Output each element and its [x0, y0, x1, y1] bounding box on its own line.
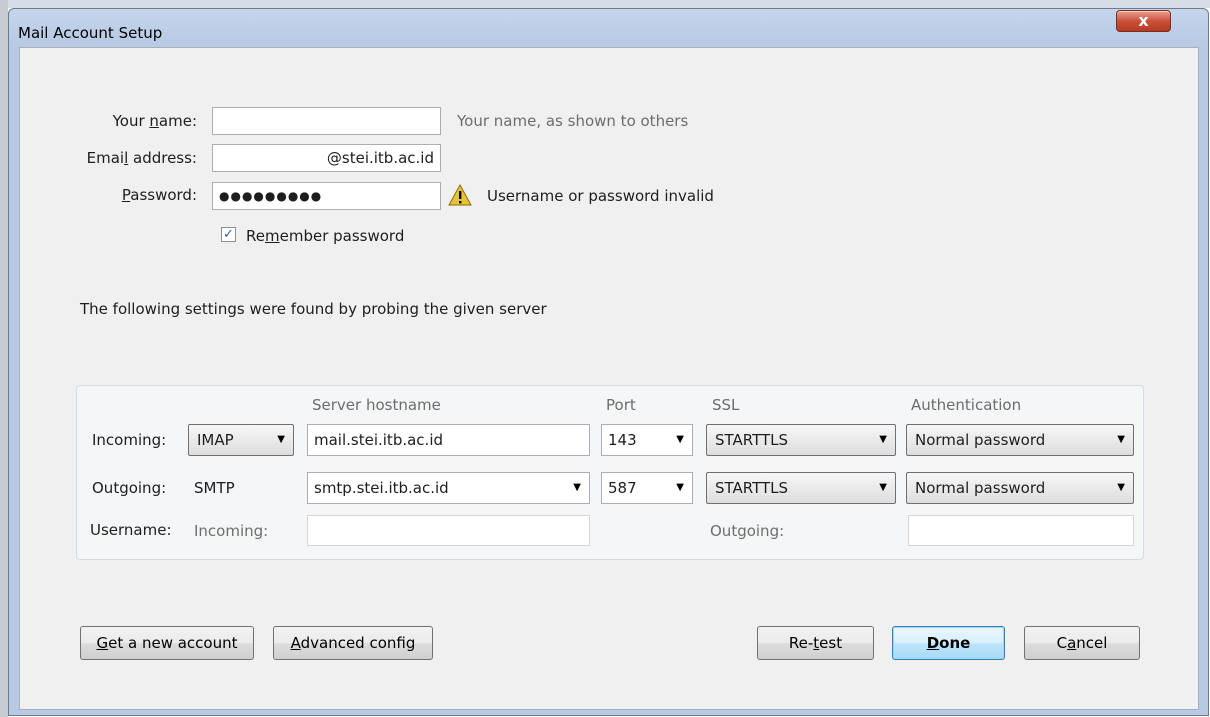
column-header-hostname: Server hostname	[312, 396, 441, 414]
incoming-hostname-input[interactable]: mail.stei.itb.ac.id	[307, 424, 590, 456]
email-address-input[interactable]: @stei.itb.ac.id	[212, 144, 441, 172]
cancel-button[interactable]: Cancel	[1024, 626, 1140, 660]
remember-password-checkbox[interactable]: ✓	[221, 227, 236, 242]
username-label: Username:	[90, 521, 172, 539]
close-button[interactable]: x	[1116, 10, 1171, 32]
retest-button[interactable]: Re-test	[757, 626, 874, 660]
your-name-label: Your name:	[112, 112, 197, 130]
your-name-hint: Your name, as shown to others	[457, 112, 689, 130]
password-label: Password:	[121, 186, 197, 204]
warning-icon	[448, 183, 472, 206]
incoming-label: Incoming:	[92, 431, 167, 449]
your-name-input[interactable]	[212, 107, 441, 135]
outgoing-hostname-select[interactable]: smtp.stei.itb.ac.id ▼	[307, 472, 590, 504]
incoming-auth-select[interactable]: Normal password ▼	[906, 424, 1134, 456]
incoming-protocol-select[interactable]: IMAP ▼	[188, 424, 294, 456]
background-window-strip	[0, 0, 1210, 8]
email-address-label: Email address:	[86, 149, 197, 167]
outgoing-label: Outgoing:	[92, 479, 167, 497]
column-header-port: Port	[606, 396, 636, 414]
window-title: Mail Account Setup	[18, 24, 163, 42]
outgoing-username-input[interactable]	[908, 515, 1134, 546]
outgoing-auth-select[interactable]: Normal password ▼	[906, 472, 1134, 504]
column-header-authentication: Authentication	[911, 396, 1022, 414]
chevron-down-icon: ▼	[1117, 482, 1125, 493]
dialog-content	[19, 47, 1199, 710]
username-incoming-label: Incoming:	[194, 522, 269, 540]
column-header-ssl: SSL	[712, 396, 740, 414]
incoming-port-select[interactable]: 143 ▼	[601, 424, 693, 456]
done-button[interactable]: Done	[892, 626, 1005, 660]
chevron-down-icon: ▼	[879, 434, 887, 445]
chevron-down-icon: ▼	[1117, 434, 1125, 445]
chevron-down-icon: ▼	[573, 482, 581, 493]
check-icon: ✓	[223, 227, 234, 242]
outgoing-protocol: SMTP	[194, 479, 235, 497]
chevron-down-icon: ▼	[879, 482, 887, 493]
probe-message: The following settings were found by pro…	[80, 300, 547, 318]
username-outgoing-label: Outgoing:	[710, 522, 785, 540]
chevron-down-icon: ▼	[676, 482, 684, 493]
outgoing-port-select[interactable]: 587 ▼	[601, 472, 693, 504]
get-new-account-button[interactable]: Get a new account	[80, 626, 254, 660]
chevron-down-icon: ▼	[277, 434, 285, 445]
incoming-username-input[interactable]	[307, 515, 590, 546]
remember-password-label[interactable]: Remember password	[246, 227, 404, 245]
background-window-edge	[0, 0, 8, 717]
close-icon: x	[1138, 11, 1149, 30]
advanced-config-button[interactable]: Advanced config	[273, 626, 433, 660]
password-warning: Username or password invalid	[487, 187, 714, 205]
incoming-ssl-select[interactable]: STARTTLS ▼	[706, 424, 896, 456]
chevron-down-icon: ▼	[676, 434, 684, 445]
password-input[interactable]: ●●●●●●●●●	[212, 182, 441, 210]
outgoing-ssl-select[interactable]: STARTTLS ▼	[706, 472, 896, 504]
